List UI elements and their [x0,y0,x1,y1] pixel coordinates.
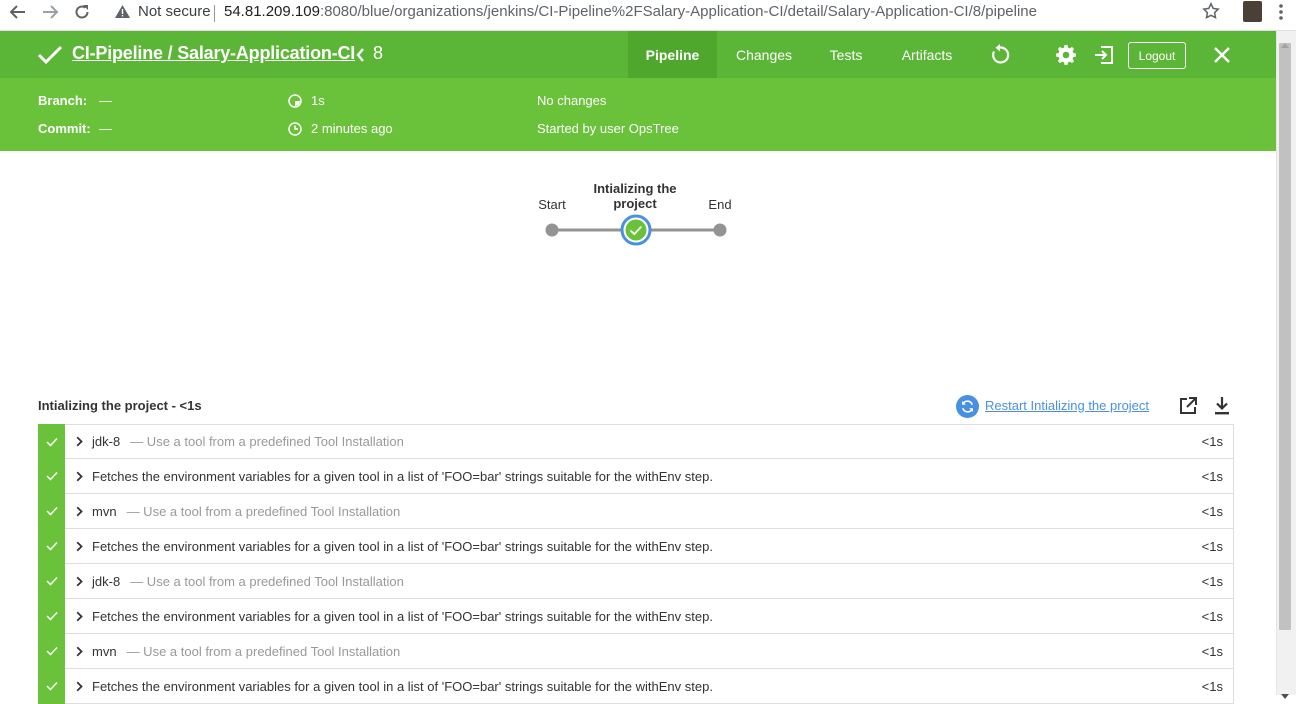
step-success-check-icon [38,528,65,564]
branch-value: — [99,93,112,108]
success-check-icon [37,44,63,71]
duration-value: 1s [311,93,325,108]
step-success-check-icon [38,598,65,634]
expand-chevron-icon[interactable] [76,506,83,517]
step-duration: <1s [1201,434,1223,449]
step-name: mvn [92,503,117,519]
node-label-start: Start [538,197,566,212]
step-success-check-icon [38,668,65,704]
step-success-check-icon [38,424,65,459]
reload-icon[interactable] [71,1,93,23]
end-node [713,223,727,237]
download-icon[interactable] [1213,396,1231,421]
restart-stage-link[interactable]: Restart Intializing the project [985,398,1149,413]
step-row[interactable]: jdk-8 — Use a tool from a predefined Tool… [38,563,1234,599]
expand-chevron-icon[interactable] [76,436,83,447]
step-description: — Use a tool from a predefined Tool Inst… [130,573,404,589]
step-success-check-icon [38,633,65,669]
run-number: 8 [373,43,384,63]
step-description: — Use a tool from a predefined Tool Inst… [130,434,404,449]
url-host: 54.81.209.109 [224,3,320,20]
step-row[interactable]: mvn — Use a tool from a predefined Tool I… [38,493,1234,529]
tab-changes[interactable]: Changes [728,31,800,78]
chevron-left-icon [355,47,365,68]
commit-label: Commit: [38,121,91,136]
branch-label: Branch: [38,93,88,108]
pipeline-graph [545,214,727,246]
pipeline-title-link[interactable]: CI-Pipeline / Salary-Application-CI [72,43,355,64]
step-name: Fetches the environment variables for a … [92,468,713,484]
step-duration: <1s [1201,468,1223,484]
settings-gear-icon[interactable] [1055,44,1077,71]
scrollbar-thumb[interactable] [1279,43,1291,630]
step-description: — Use a tool from a predefined Tool Inst… [126,503,401,519]
step-duration: <1s [1201,573,1223,589]
step-name: Fetches the environment variables for a … [92,608,713,624]
duration-icon [288,94,302,113]
tab-tests[interactable]: Tests [822,31,870,78]
step-name: Fetches the environment variables for a … [92,678,713,694]
started-by: Started by user OpsTree [537,121,679,136]
url-path: :8080/blue/organizations/jenkins/CI-Pipe… [319,3,1037,20]
tab-pipeline[interactable]: Pipeline [628,31,717,78]
profile-avatar[interactable] [1243,1,1262,22]
restart-stage-icon[interactable] [956,395,979,418]
scroll-down-arrow-icon[interactable] [1281,686,1289,704]
expand-chevron-icon[interactable] [76,681,83,692]
expand-chevron-icon[interactable] [76,646,83,657]
address-bar[interactable]: 54.81.209.109:8080/blue/organizations/je… [224,3,1037,20]
tab-artifacts[interactable]: Artifacts [893,31,961,78]
step-duration: <1s [1201,643,1223,659]
security-label[interactable]: Not secure [138,3,211,20]
step-duration: <1s [1201,503,1223,519]
step-name: Fetches the environment variables for a … [92,538,713,554]
step-name: mvn [92,643,117,659]
node-label-end: End [708,197,732,212]
step-success-check-icon [38,493,65,529]
stage-title: Intializing the project - <1s [38,398,202,413]
commit-value: — [99,121,112,136]
bookmark-star-icon[interactable] [1202,2,1220,25]
expand-chevron-icon[interactable] [76,541,83,552]
step-success-check-icon [38,563,65,599]
step-row[interactable]: Fetches the environment variables for a … [38,458,1234,494]
node-label-stage: Intializing the project [580,181,690,211]
expand-chevron-icon[interactable] [76,611,83,622]
stage-node-success[interactable] [620,214,652,246]
clock-icon [288,122,302,141]
step-row[interactable]: jdk-8 — Use a tool from a predefined Tool… [38,424,1234,459]
exit-classic-icon[interactable] [1093,44,1115,71]
open-external-icon[interactable] [1178,396,1198,421]
rerun-icon[interactable] [989,44,1011,71]
step-row[interactable]: Fetches the environment variables for a … [38,668,1234,704]
time-ago: 2 minutes ago [311,121,393,136]
step-success-check-icon [38,458,65,494]
url-divider [214,5,215,22]
expand-chevron-icon[interactable] [76,471,83,482]
forward-arrow-icon[interactable] [39,1,61,23]
node-label-stage-line1: Intializing the [593,181,677,196]
step-name: jdk-8 [92,573,121,589]
close-icon[interactable] [1212,45,1232,70]
step-list: jdk-8 — Use a tool from a predefined Tool… [38,424,1234,704]
step-description: — Use a tool from a predefined Tool Inst… [126,643,401,659]
start-node [545,223,559,237]
step-row[interactable]: mvn — Use a tool from a predefined Tool I… [38,633,1234,669]
step-duration: <1s [1201,678,1223,694]
step-duration: <1s [1201,538,1223,554]
logout-button[interactable]: Logout [1128,42,1186,69]
step-duration: <1s [1201,608,1223,624]
expand-chevron-icon[interactable] [76,576,83,587]
back-arrow-icon[interactable] [7,1,29,23]
scroll-up-arrow-icon[interactable] [1281,35,1289,53]
step-row[interactable]: Fetches the environment variables for a … [38,528,1234,564]
warning-icon[interactable] [114,4,131,24]
step-name: jdk-8 [92,434,121,449]
browser-menu-icon[interactable] [1278,3,1284,26]
step-row[interactable]: Fetches the environment variables for a … [38,598,1234,634]
node-label-stage-line2: project [613,196,657,211]
browser-toolbar: Not secure 54.81.209.109:8080/blue/organ… [0,0,1296,31]
run-meta-bar [0,78,1276,151]
changes-summary: No changes [537,93,607,108]
